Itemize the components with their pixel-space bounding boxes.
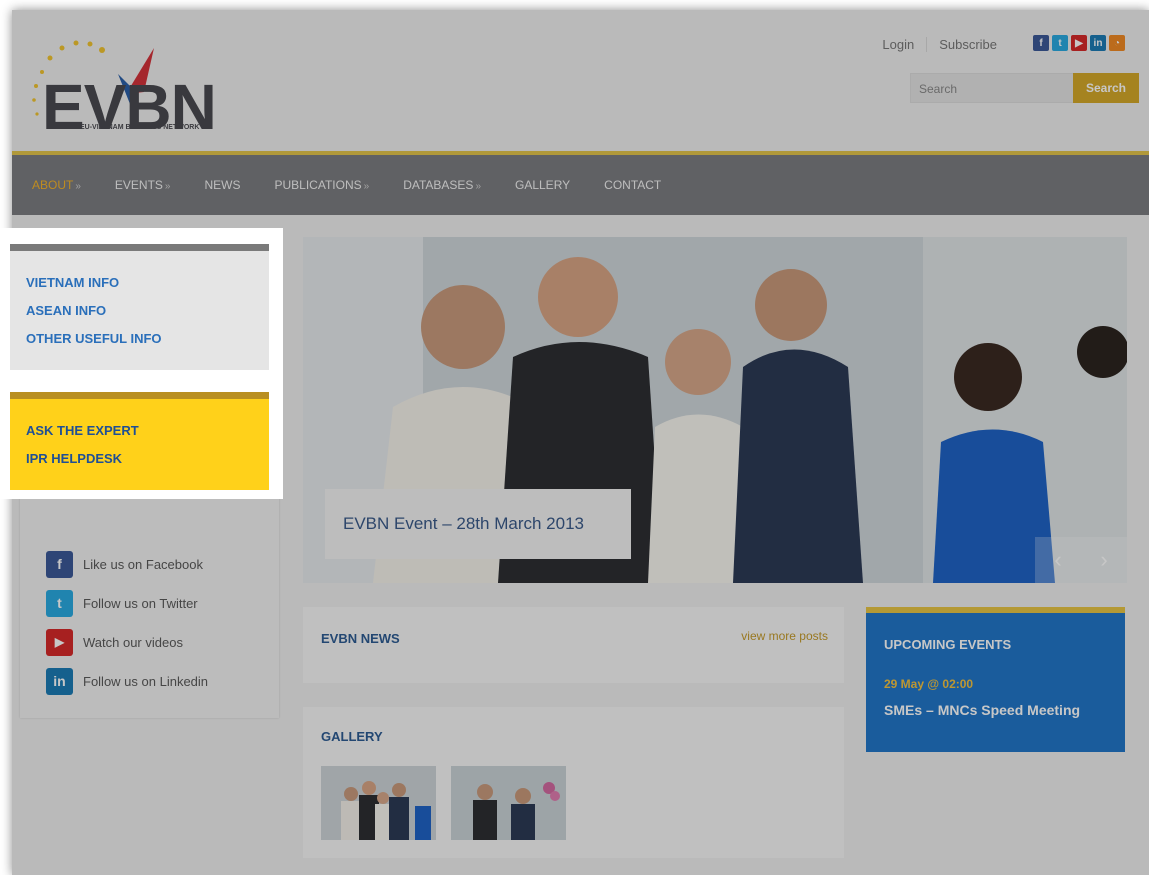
twitter-icon[interactable]: t (1052, 35, 1068, 51)
gallery-photo (321, 766, 436, 840)
linkedin-icon[interactable]: in (1090, 35, 1106, 51)
news-panel: EVBN NEWS view more posts (303, 607, 844, 683)
nav-item-gallery[interactable]: GALLERY (515, 178, 570, 192)
slide-caption[interactable]: EVBN Event – 28th March 2013 (325, 489, 631, 559)
follow-linkedin[interactable]: in Follow us on Linkedin (46, 667, 286, 695)
logo-subtitle: EU-VIETNAM BUSINESS NETWORK (80, 124, 200, 131)
facebook-icon: f (46, 550, 73, 578)
expert-links-box: ASK THE EXPERT IPR HELPDESK (10, 392, 269, 490)
follow-label: Like us on Facebook (83, 556, 203, 572)
news-title: EVBN NEWS (321, 631, 400, 646)
subscribe-link[interactable]: Subscribe (927, 37, 1009, 52)
gallery-title: GALLERY (321, 729, 383, 744)
upcoming-events-panel: UPCOMING EVENTS 29 May @ 02:00 SMEs – MN… (866, 607, 1125, 752)
chevron-left-icon[interactable]: ‹ (1035, 537, 1081, 583)
nav-label: PUBLICATIONS (274, 178, 362, 192)
youtube-icon: ▶ (46, 628, 73, 656)
slider-controls: ‹ › (1035, 537, 1127, 583)
nav-item-news[interactable]: NEWS (204, 178, 240, 192)
events-title: UPCOMING EVENTS (884, 637, 1012, 652)
chevron-right-icon[interactable]: › (1081, 537, 1127, 583)
gallery-thumbnail[interactable] (321, 766, 436, 840)
vietnam-info-link[interactable]: VIETNAM INFO (26, 274, 269, 302)
follow-label: Follow us on Linkedin (83, 673, 209, 689)
nav-arrow-icon: » (475, 181, 481, 192)
info-links-box: VIETNAM INFO ASEAN INFO OTHER USEFUL INF… (10, 244, 269, 370)
header-social-icons: f t ▶ in ◔ (1033, 35, 1125, 51)
nav-label: NEWS (204, 178, 241, 192)
follow-youtube[interactable]: ▶ Watch our videos (46, 628, 286, 656)
search-button[interactable]: Search (1073, 73, 1139, 103)
login-link[interactable]: Login (870, 37, 928, 52)
twitter-icon: t (46, 589, 73, 617)
nav-label: CONTACT (604, 178, 662, 192)
facebook-icon[interactable]: f (1033, 35, 1049, 51)
nav-arrow-icon: » (75, 181, 81, 192)
other-useful-info-link[interactable]: OTHER USEFUL INFO (26, 330, 269, 358)
nav-item-publications[interactable]: PUBLICATIONS» (274, 178, 369, 192)
nav-arrow-icon: » (164, 181, 171, 192)
youtube-icon[interactable]: ▶ (1071, 35, 1087, 51)
gallery-panel: GALLERY (303, 707, 844, 858)
nav-item-databases[interactable]: DATABASES» (403, 178, 481, 192)
follow-label: Follow us on Twitter (83, 595, 198, 611)
nav-label: GALLERY (515, 178, 571, 192)
hero-slider[interactable]: EVBN Event – 28th March 2013 ‹ › (303, 237, 1127, 583)
linkedin-icon: in (46, 667, 73, 695)
top-links: Login Subscribe (870, 37, 1009, 52)
evbn-logo[interactable]: EVBN EU-VIETNAM BUSINESS NETWORK (22, 34, 242, 143)
ipr-helpdesk-link[interactable]: IPR HELPDESK (26, 450, 269, 478)
event-date: 29 May @ 02:00 (884, 677, 974, 691)
main-nav: ABOUT» EVENTS» NEWS PUBLICATIONS» DATABA… (12, 155, 1149, 215)
site-header: EVBN EU-VIETNAM BUSINESS NETWORK Login S… (12, 10, 1149, 153)
event-name-link[interactable]: SMEs – MNCs Speed Meeting (884, 702, 1080, 718)
asean-info-link[interactable]: ASEAN INFO (26, 302, 269, 330)
nav-arrow-icon: » (363, 181, 370, 192)
follow-label: Watch our videos (83, 634, 183, 650)
view-more-posts-link[interactable]: view more posts (741, 629, 828, 643)
ask-the-expert-link[interactable]: ASK THE EXPERT (26, 422, 269, 450)
gallery-photo (451, 766, 566, 840)
nav-label: EVENTS (114, 178, 163, 192)
search-input[interactable]: Search (910, 73, 1077, 103)
gallery-thumbnail[interactable] (451, 766, 566, 840)
nav-item-contact[interactable]: CONTACT (604, 178, 661, 192)
nav-item-about[interactable]: ABOUT» (32, 178, 81, 192)
logo-wordmark: EVBN (42, 71, 217, 143)
nav-label: ABOUT (32, 178, 74, 192)
follow-twitter[interactable]: t Follow us on Twitter (46, 589, 286, 617)
sidebar-highlight: VIETNAM INFO ASEAN INFO OTHER USEFUL INF… (0, 228, 283, 499)
follow-facebook[interactable]: f Like us on Facebook (46, 550, 286, 578)
nav-item-events[interactable]: EVENTS» (115, 178, 171, 192)
rss-icon[interactable]: ◔ (1109, 35, 1125, 51)
nav-label: DATABASES (403, 178, 474, 192)
